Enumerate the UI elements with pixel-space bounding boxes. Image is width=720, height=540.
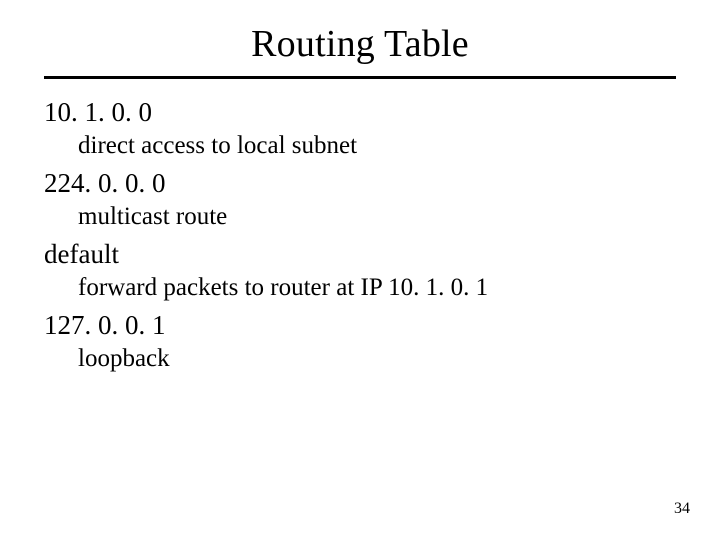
route-entry: 224. 0. 0. 0 multicast route bbox=[44, 168, 676, 231]
route-address: 10. 1. 0. 0 bbox=[44, 97, 676, 128]
route-description: loopback bbox=[78, 345, 676, 373]
route-description: direct access to local subnet bbox=[78, 132, 676, 160]
route-entry: 10. 1. 0. 0 direct access to local subne… bbox=[44, 97, 676, 160]
route-address: 127. 0. 0. 1 bbox=[44, 310, 676, 341]
route-description: multicast route bbox=[78, 203, 676, 231]
slide: Routing Table 10. 1. 0. 0 direct access … bbox=[0, 0, 720, 540]
route-entry: 127. 0. 0. 1 loopback bbox=[44, 310, 676, 373]
route-address: 224. 0. 0. 0 bbox=[44, 168, 676, 199]
route-address: default bbox=[44, 239, 676, 270]
page-number: 34 bbox=[674, 500, 690, 518]
route-entry: default forward packets to router at IP … bbox=[44, 239, 676, 302]
title-rule bbox=[44, 76, 676, 79]
route-description: forward packets to router at IP 10. 1. 0… bbox=[78, 274, 676, 302]
slide-title: Routing Table bbox=[44, 22, 676, 66]
